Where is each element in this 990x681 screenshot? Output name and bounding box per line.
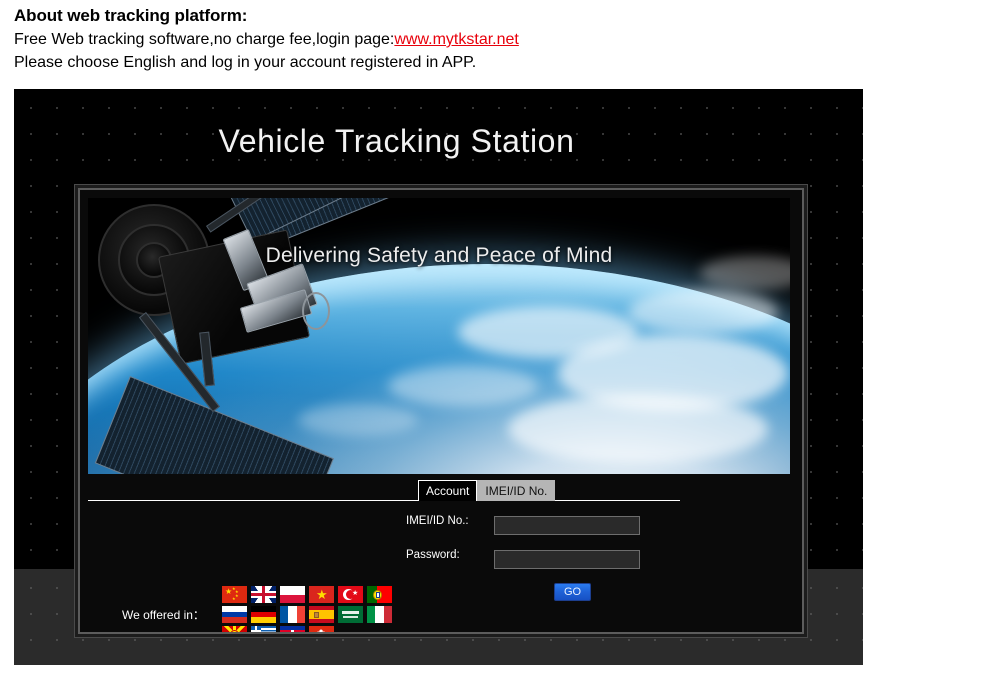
flag-poland-icon[interactable]: [280, 586, 305, 603]
flag-macedonia-icon[interactable]: [222, 626, 247, 632]
tab-imei-id-no[interactable]: IMEI/ID No.: [477, 480, 556, 501]
cloud-shape: [508, 394, 768, 464]
we-offered-in-label: We offered in：: [122, 608, 205, 622]
flag-grid: ★ ★ ★ ★ ★ ★ ★ ✿: [222, 586, 392, 632]
flag-hong-kong-icon[interactable]: ✿: [309, 626, 334, 632]
login-tabs: Account IMEI/ID No.: [418, 480, 556, 501]
space-banner: Delivering Safety and Peace of Mind: [88, 198, 790, 474]
password-field-row: Password:: [406, 548, 640, 569]
flag-portugal-icon[interactable]: [367, 586, 392, 603]
flag-china-icon[interactable]: ★ ★ ★ ★ ★: [222, 586, 247, 603]
imei-field-label: IMEI/ID No.:: [406, 515, 469, 527]
tab-account[interactable]: Account: [418, 480, 478, 501]
solar-array-lower: [94, 376, 334, 474]
flag-vietnam-icon[interactable]: ★: [309, 586, 334, 603]
stage-title: Vehicle Tracking Station: [218, 123, 575, 159]
flag-saudi-arabia-icon[interactable]: [338, 606, 363, 623]
flag-france-icon[interactable]: [280, 606, 305, 623]
flag-cambodia-icon[interactable]: [280, 626, 305, 632]
intro-line-login-page: Free Web tracking software,no charge fee…: [14, 28, 874, 51]
flag-row: ★ ★ ★ ★ ★ ★ ★: [222, 586, 392, 603]
password-input[interactable]: [494, 550, 640, 569]
flag-united-kingdom-icon[interactable]: [251, 586, 276, 603]
flag-row: ✿: [222, 626, 392, 632]
satellite-antenna-ring: [302, 292, 330, 330]
flag-turkey-icon[interactable]: ★: [338, 586, 363, 603]
imei-input[interactable]: [494, 516, 640, 535]
flag-russia-icon[interactable]: [222, 606, 247, 623]
flag-italy-icon[interactable]: [367, 606, 392, 623]
flag-spain-icon[interactable]: [309, 606, 334, 623]
cloud-shape: [628, 290, 778, 334]
intro-text-block: About web tracking platform: Free Web tr…: [14, 4, 874, 74]
flag-greece-icon[interactable]: [251, 626, 276, 632]
flag-row: [222, 606, 392, 623]
tab-underline: [88, 500, 680, 501]
banner-subtitle: Delivering Safety and Peace of Mind: [265, 244, 613, 267]
password-field-label: Password:: [406, 549, 460, 561]
tracking-station-stage: Vehicle Tracking Station Delivering Safe…: [14, 89, 863, 665]
intro-line-text: Free Web tracking software,no charge fee…: [14, 31, 395, 48]
login-panel: Delivering Safety and Peace of Mind Acco…: [78, 188, 804, 634]
page-title: About web tracking platform:: [14, 6, 248, 25]
language-selector: We offered in： ★ ★ ★ ★ ★ ★ ★ ✿: [88, 586, 790, 632]
intro-line-instructions: Please choose English and log in your ac…: [14, 54, 477, 71]
flag-germany-icon[interactable]: [251, 606, 276, 623]
satellite-graphic: [88, 198, 488, 474]
imei-field-row: IMEI/ID No.:: [406, 514, 640, 535]
platform-url-link[interactable]: www.mytkstar.net: [394, 31, 518, 48]
